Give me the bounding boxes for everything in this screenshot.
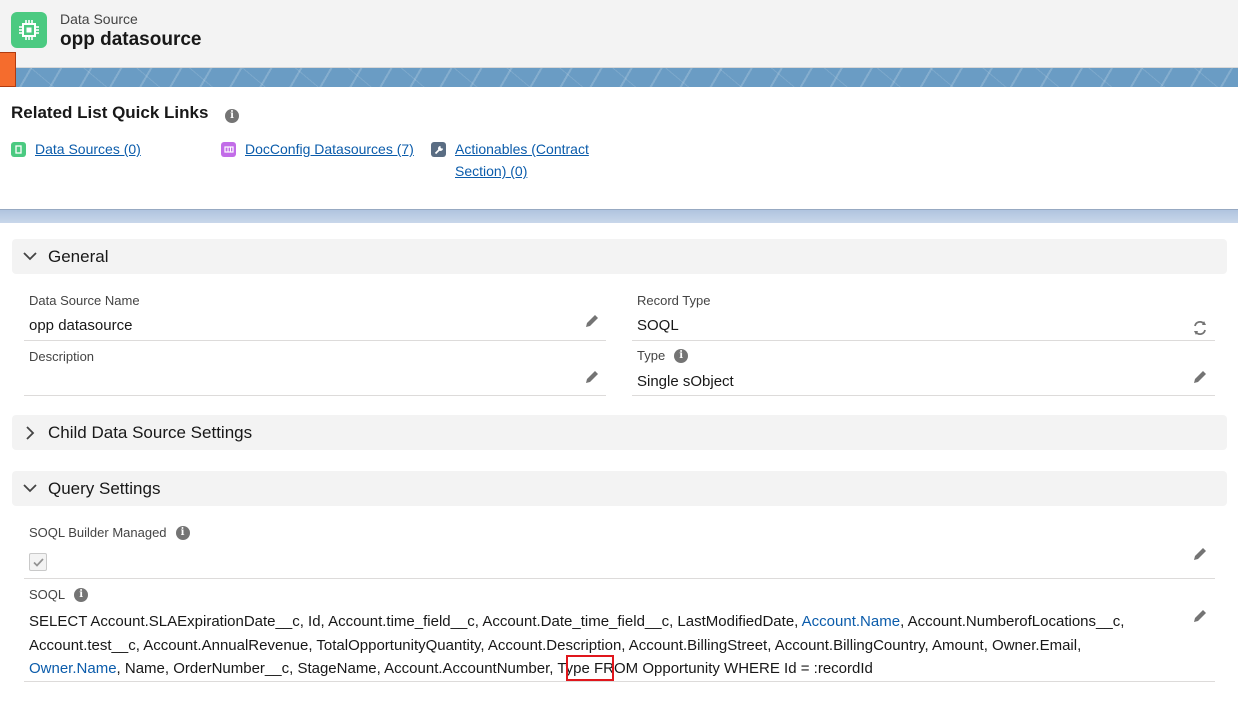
edit-pencil-icon[interactable] [1192,546,1208,562]
record-title: opp datasource [60,29,202,50]
soql-label: SOQL i [29,587,89,602]
edit-pencil-icon[interactable] [584,369,600,385]
field-divider [24,578,1215,579]
section-title: Query Settings [48,478,161,498]
section-divider [0,209,1238,223]
docconfig-icon [221,142,236,157]
info-icon[interactable]: i [74,587,89,602]
edit-pencil-icon[interactable] [1192,608,1208,624]
data-source-name-label: Data Source Name [29,293,140,308]
soql-builder-managed-label: SOQL Builder Managed i [29,525,190,540]
field-divider [632,395,1215,396]
edit-pencil-icon[interactable] [1192,369,1208,385]
description-label: Description [29,349,95,364]
quick-link-data-sources[interactable]: Data Sources (0) [11,138,141,160]
edit-pencil-icon[interactable] [584,313,600,329]
section-title: Child Data Source Settings [48,422,253,442]
info-icon[interactable]: i [175,525,190,540]
change-record-type-icon[interactable] [1192,320,1208,336]
field-divider [24,681,1215,682]
utility-side-tab[interactable] [0,52,16,87]
header-banner [0,68,1238,87]
quick-link-actionables[interactable]: Actionables (Contract Section) (0) [431,138,589,182]
data-source-icon [11,142,26,157]
record-object-type: Data Source [60,11,138,27]
section-child-toggle[interactable]: Child Data Source Settings [12,415,1227,450]
type-value: Single sObject [637,373,734,390]
highlighted-type-field: Type [557,660,590,677]
wrench-icon [431,142,446,157]
chevron-down-icon [12,484,48,493]
quick-link-docconfig-datasources[interactable]: DocConfig Datasources (7) [221,138,414,160]
section-general-toggle[interactable]: General [12,239,1227,274]
chevron-right-icon [12,425,48,440]
info-icon[interactable]: i [225,109,239,123]
record-type-value: SOQL [637,317,679,334]
section-title: General [48,246,109,266]
field-divider [24,395,606,396]
datasource-chip-icon [11,12,47,48]
data-source-name-value: opp datasource [29,317,133,334]
record-type-label: Record Type [637,293,711,308]
soql-query-value: SELECT Account.SLAExpirationDate__c, Id,… [29,613,1125,677]
section-query-toggle[interactable]: Query Settings [12,471,1227,506]
checkmark-icon [32,557,44,567]
quick-link-label[interactable]: DocConfig Datasources (7) [245,138,414,160]
field-divider [632,340,1215,341]
related-list-quick-links: Related List Quick Links i Data Sources … [0,87,1238,209]
record-header: Data Source opp datasource [0,0,1238,68]
chevron-down-icon [12,252,48,261]
type-label: Type i [637,348,689,363]
account-name-link[interactable]: Account.Name [802,613,900,630]
info-icon[interactable]: i [674,348,689,363]
owner-name-link[interactable]: Owner.Name [29,660,117,677]
quick-link-label[interactable]: Data Sources (0) [35,138,141,160]
soql-builder-managed-checkbox [29,553,47,571]
quick-links-title: Related List Quick Links [11,103,209,122]
quick-link-label[interactable]: Actionables (Contract Section) (0) [455,138,589,182]
field-divider [24,340,606,341]
